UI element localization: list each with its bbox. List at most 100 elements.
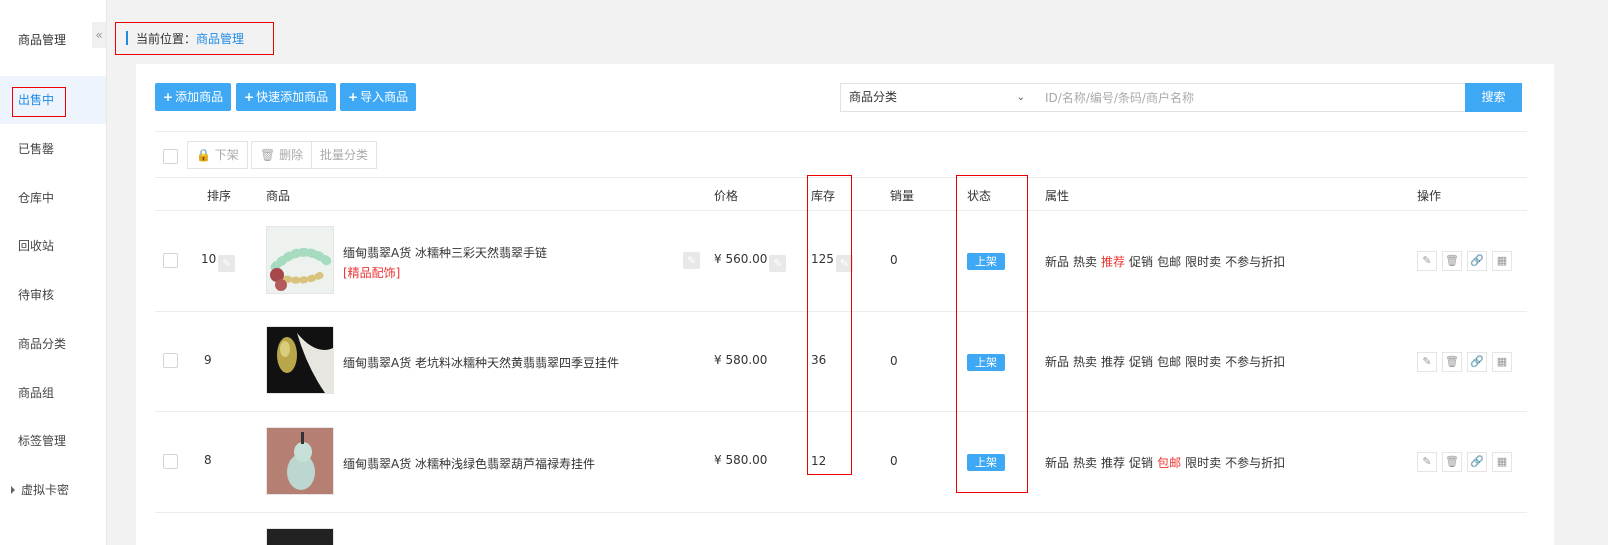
attr-tag[interactable]: 不参与折扣 <box>1225 255 1285 269</box>
select-all-checkbox[interactable] <box>163 149 178 164</box>
sidebar-item-label: 仓库中 <box>18 191 55 205</box>
status-badge[interactable]: 上架 <box>967 454 1005 471</box>
attr-tag[interactable]: 热卖 <box>1073 456 1097 470</box>
sidebar-item-label: 虚拟卡密 <box>21 483 70 497</box>
attr-tag[interactable]: 限时卖 <box>1185 255 1221 269</box>
link-icon[interactable]: 🔗 <box>1467 452 1487 472</box>
sidebar-item-tags[interactable]: 标签管理 <box>0 417 106 465</box>
attr-tag[interactable]: 促销 <box>1129 255 1153 269</box>
pencil-icon[interactable]: ✎ <box>1417 352 1437 372</box>
search-button[interactable]: 搜索 <box>1465 83 1522 112</box>
qrcode-icon[interactable]: ▦ <box>1492 251 1512 271</box>
sidebar-item-sold-out[interactable]: 已售罄 <box>0 125 106 173</box>
attr-tag[interactable]: 促销 <box>1129 355 1153 369</box>
trash-icon[interactable]: 🗑 <box>1442 251 1462 271</box>
collapse-sidebar-icon[interactable]: « <box>92 22 106 48</box>
search-input[interactable] <box>1035 83 1466 112</box>
product-thumbnail[interactable] <box>266 427 334 495</box>
attrs-cell: 新品 热卖 推荐 促销 包邮 限时卖 不参与折扣 <box>1045 253 1289 270</box>
attr-tag[interactable]: 热卖 <box>1073 355 1097 369</box>
chevron-down-icon: ⌄ <box>1016 92 1025 103</box>
breadcrumb-current[interactable]: 商品管理 <box>196 32 244 46</box>
sidebar-item-warehouse[interactable]: 仓库中 <box>0 174 106 222</box>
quick-add-product-button[interactable]: + 快速添加商品 <box>236 83 337 111</box>
attrs-cell: 新品 热卖 推荐 促销 包邮 限时卖 不参与折扣 <box>1045 454 1289 471</box>
status-badge[interactable]: 上架 <box>967 253 1005 270</box>
price-value: ¥ 580.00 <box>714 353 768 367</box>
category-select[interactable]: 商品分类 ⌄ <box>840 83 1036 112</box>
col-price: 价格 <box>714 189 739 203</box>
link-icon[interactable]: 🔗 <box>1467 251 1487 271</box>
product-name[interactable]: 缅甸翡翠A货 冰糯种三彩天然翡翠手链 <box>343 244 547 261</box>
sidebar-item-label: 出售中 <box>18 93 55 107</box>
attr-tag[interactable]: 包邮 <box>1157 255 1181 269</box>
caret-right-icon <box>11 486 15 494</box>
lock-icon: 🔒 <box>196 148 211 162</box>
sort-value: 9 <box>204 353 212 367</box>
pencil-icon[interactable]: ✎ <box>218 255 236 272</box>
attr-tag[interactable]: 推荐 <box>1101 456 1125 470</box>
attr-tag[interactable]: 新品 <box>1045 355 1069 369</box>
sidebar-item-label: 回收站 <box>18 239 55 253</box>
trash-icon[interactable]: 🗑 <box>1442 352 1462 372</box>
qrcode-icon[interactable]: ▦ <box>1492 352 1512 372</box>
import-product-button[interactable]: + 导入商品 <box>340 83 417 111</box>
sidebar: 商品管理 出售中 已售罄 仓库中 回收站 待审核 商品分类 商品组 标签管理 虚… <box>0 0 107 545</box>
attr-tag[interactable]: 限时卖 <box>1185 456 1221 470</box>
attr-tag[interactable]: 促销 <box>1129 456 1153 470</box>
product-name[interactable]: 缅甸翡翠A货 冰糯种浅绿色翡翠葫芦福禄寿挂件 <box>343 455 595 472</box>
product-thumbnail[interactable] <box>266 528 334 545</box>
sidebar-item-pending[interactable]: 待审核 <box>0 271 106 319</box>
pencil-icon[interactable]: ✎ <box>683 252 700 269</box>
sidebar-item-label: 商品分类 <box>18 337 67 351</box>
attr-tag[interactable]: 推荐 <box>1101 355 1125 369</box>
col-attrs: 属性 <box>1045 189 1070 203</box>
attr-tag[interactable]: 不参与折扣 <box>1225 456 1285 470</box>
delete-label: 删除 <box>279 148 304 162</box>
sort-cell: 10 ✎ <box>201 252 236 272</box>
breadcrumb-prefix: 当前位置： <box>136 32 197 46</box>
stock-cell: 125 ✎ <box>811 252 853 272</box>
attr-tag[interactable]: 包邮 <box>1157 456 1181 470</box>
sidebar-item-category[interactable]: 商品分类 <box>0 320 106 368</box>
sidebar-item-group[interactable]: 商品组 <box>0 369 106 417</box>
trash-icon[interactable]: 🗑 <box>1442 452 1462 472</box>
row-checkbox[interactable] <box>163 353 178 368</box>
row-checkbox[interactable] <box>163 253 178 268</box>
add-product-button[interactable]: + 添加商品 <box>155 83 232 111</box>
status-badge[interactable]: 上架 <box>967 354 1005 371</box>
attr-tag[interactable]: 新品 <box>1045 456 1069 470</box>
attr-tag[interactable]: 限时卖 <box>1185 355 1221 369</box>
main-panel <box>136 64 1554 545</box>
qrcode-icon[interactable]: ▦ <box>1492 452 1512 472</box>
pencil-icon[interactable]: ✎ <box>1417 452 1437 472</box>
attr-tag[interactable]: 新品 <box>1045 255 1069 269</box>
sales-value: 0 <box>890 454 898 468</box>
sidebar-item-label: 待审核 <box>18 288 55 302</box>
row-checkbox[interactable] <box>163 454 178 469</box>
batch-category-button[interactable]: 批量分类 <box>311 141 378 169</box>
col-product: 商品 <box>266 189 291 203</box>
sidebar-item-recycle[interactable]: 回收站 <box>0 222 106 270</box>
attr-tag[interactable]: 热卖 <box>1073 255 1097 269</box>
sidebar-item-label: 商品组 <box>18 386 55 400</box>
sidebar-item-virtual-card[interactable]: 虚拟卡密 <box>0 466 106 514</box>
delete-button[interactable]: 🗑 删除 <box>251 141 313 169</box>
pencil-icon[interactable]: ✎ <box>769 255 787 272</box>
sidebar-item-on-sale[interactable]: 出售中 <box>0 76 106 124</box>
product-thumbnail[interactable] <box>266 326 334 394</box>
sales-value: 0 <box>890 253 898 267</box>
attr-tag[interactable]: 推荐 <box>1101 255 1125 269</box>
trash-icon: 🗑 <box>260 148 276 162</box>
pencil-icon[interactable]: ✎ <box>835 255 853 272</box>
link-icon[interactable]: 🔗 <box>1467 352 1487 372</box>
off-shelf-button[interactable]: 🔒 下架 <box>187 141 248 169</box>
sales-value: 0 <box>890 354 898 368</box>
product-name[interactable]: 缅甸翡翠A货 老坑料冰糯种天然黄翡翡翠四季豆挂件 <box>343 354 619 371</box>
attr-tag[interactable]: 不参与折扣 <box>1225 355 1285 369</box>
product-thumbnail[interactable] <box>266 226 334 294</box>
attr-tag[interactable]: 包邮 <box>1157 355 1181 369</box>
sidebar-title: 商品管理 <box>18 33 67 47</box>
col-sort: 排序 <box>207 189 232 203</box>
pencil-icon[interactable]: ✎ <box>1417 251 1437 271</box>
